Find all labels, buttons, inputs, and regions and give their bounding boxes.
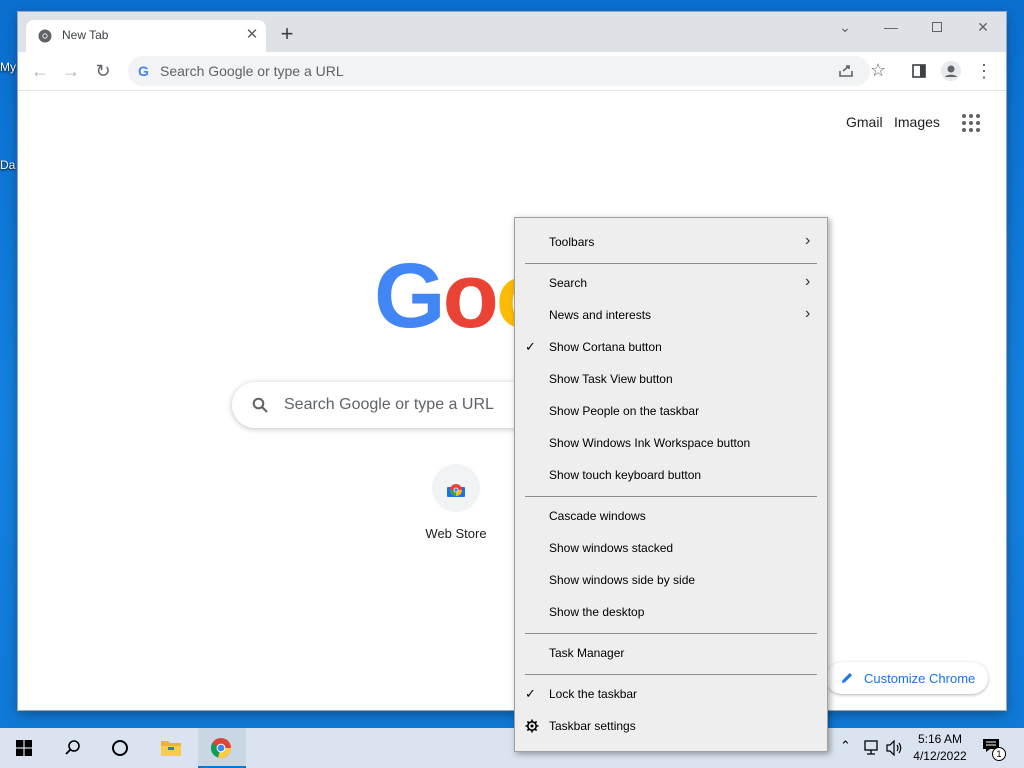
web-store-shortcut[interactable] [432, 464, 480, 512]
menu-item-news-and-interests[interactable]: News and interests › [515, 300, 827, 330]
menu-item-cascade-windows[interactable]: Cascade windows [515, 501, 827, 531]
pencil-icon [842, 673, 852, 683]
menu-item-label: Cascade windows [549, 509, 646, 523]
bookmark-star-icon[interactable]: ☆ [870, 60, 886, 81]
desktop-icon-label[interactable]: Da [0, 158, 15, 172]
menu-item-label: Show touch keyboard button [549, 468, 702, 482]
menu-item-label: Lock the taskbar [549, 687, 638, 701]
minimize-icon[interactable]: — [868, 16, 914, 40]
tab-title: New Tab [62, 28, 109, 42]
menu-separator [525, 496, 817, 497]
profile-avatar-icon[interactable] [940, 60, 962, 82]
submenu-arrow-icon: › [805, 232, 811, 249]
logo-letter: o [442, 245, 499, 344]
file-explorer-button[interactable] [148, 728, 196, 768]
menu-item-show-touch-keyboard[interactable]: Show touch keyboard button [515, 460, 827, 490]
tab-strip: New Tab ✕ + ⌄ — ✕ [18, 12, 1006, 52]
menu-item-label: Show windows side by side [549, 573, 696, 587]
logo-letter: G [374, 245, 446, 344]
menu-separator [525, 674, 817, 675]
checkmark-icon: ✓ [525, 686, 536, 701]
checkmark-icon: ✓ [525, 339, 536, 354]
taskbar-context-menu: Toolbars › Search › News and interests ›… [514, 217, 828, 752]
menu-item-label: Search [549, 276, 588, 290]
menu-item-label: News and interests [549, 308, 652, 322]
taskbar: ⌃ 5:16 AM 4/12/2022 1 [0, 728, 1024, 768]
gear-icon [525, 719, 539, 733]
google-apps-icon[interactable] [962, 114, 980, 132]
menu-item-show-ink-workspace[interactable]: Show Windows Ink Workspace button [515, 428, 827, 458]
web-store-label[interactable]: Web Store [414, 526, 498, 541]
reload-icon[interactable]: ↻ [90, 58, 116, 84]
chrome-window: New Tab ✕ + ⌄ — ✕ ← → ↻ G Search Google … [18, 12, 1006, 710]
menu-separator [525, 263, 817, 264]
ntp-search-placeholder: Search Google or type a URL [284, 396, 494, 413]
start-button[interactable] [0, 728, 48, 768]
maximize-icon[interactable] [914, 16, 960, 40]
share-icon[interactable] [838, 62, 854, 78]
images-link[interactable]: Images [894, 114, 940, 130]
menu-item-show-windows-stacked[interactable]: Show windows stacked [515, 533, 827, 563]
menu-item-show-task-view-button[interactable]: Show Task View button [515, 364, 827, 394]
omnibox[interactable]: G Search Google or type a URL ☆ [128, 56, 886, 86]
volume-icon[interactable] [886, 740, 904, 756]
back-icon[interactable]: ← [27, 58, 53, 84]
chrome-taskbar-button[interactable] [198, 728, 246, 768]
submenu-arrow-icon: › [805, 305, 811, 322]
menu-item-label: Show Cortana button [549, 340, 662, 354]
browser-toolbar: ← → ↻ G Search Google or type a URL ☆ ⋮ [18, 52, 1006, 91]
google-g-icon: G [138, 63, 149, 79]
menu-item-label: Show Windows Ink Workspace button [549, 436, 751, 450]
tab-close-icon[interactable]: ✕ [242, 25, 262, 45]
omnibox-placeholder: Search Google or type a URL [160, 63, 344, 79]
tab-new-tab[interactable]: New Tab ✕ [26, 20, 266, 52]
search-icon [252, 397, 268, 413]
customize-chrome-label: Customize Chrome [864, 671, 976, 686]
menu-item-label: Show People on the taskbar [549, 404, 700, 418]
search-icon [65, 740, 80, 755]
menu-item-search[interactable]: Search › [515, 268, 827, 298]
taskbar-search-button[interactable] [48, 728, 96, 768]
side-panel-icon[interactable] [908, 60, 930, 82]
folder-icon [161, 741, 181, 756]
windows-logo-icon [16, 740, 32, 756]
show-hidden-icons-icon[interactable]: ⌃ [840, 738, 851, 754]
menu-item-show-the-desktop[interactable]: Show the desktop [515, 597, 827, 627]
tab-search-icon[interactable]: ⌄ [822, 16, 868, 40]
menu-item-label: Show Task View button [549, 372, 673, 386]
submenu-arrow-icon: › [805, 273, 811, 290]
menu-item-toolbars[interactable]: Toolbars › [515, 227, 827, 257]
taskbar-clock[interactable]: 5:16 AM 4/12/2022 [904, 731, 976, 765]
menu-item-label: Task Manager [549, 646, 625, 660]
cortana-circle-icon [112, 740, 128, 756]
close-window-icon[interactable]: ✕ [960, 16, 1006, 40]
forward-icon[interactable]: → [58, 58, 84, 84]
notifications-button[interactable]: 1 [982, 738, 1006, 761]
menu-item-label: Taskbar settings [549, 719, 636, 733]
menu-separator [525, 633, 817, 634]
cortana-button[interactable] [96, 728, 144, 768]
web-store-icon [447, 484, 465, 497]
customize-chrome-button[interactable]: Customize Chrome [826, 662, 988, 694]
more-menu-icon[interactable]: ⋮ [973, 60, 995, 82]
chrome-icon [210, 738, 231, 758]
menu-item-label: Toolbars [549, 235, 595, 249]
menu-item-label: Show the desktop [549, 605, 645, 619]
network-icon[interactable] [862, 740, 880, 756]
menu-item-show-windows-side-by-side[interactable]: Show windows side by side [515, 565, 827, 595]
chrome-favicon-icon [38, 29, 52, 43]
clock-date: 4/12/2022 [913, 749, 967, 763]
desktop-icon-label[interactable]: My [0, 60, 16, 74]
clock-time: 5:16 AM [917, 732, 963, 746]
notification-count-badge: 1 [992, 747, 1006, 761]
gmail-link[interactable]: Gmail [846, 114, 883, 130]
menu-item-show-cortana-button[interactable]: ✓ Show Cortana button [515, 332, 827, 362]
menu-item-lock-the-taskbar[interactable]: ✓ Lock the taskbar [515, 679, 827, 709]
menu-item-show-people[interactable]: Show People on the taskbar [515, 396, 827, 426]
menu-item-task-manager[interactable]: Task Manager [515, 638, 827, 668]
menu-item-taskbar-settings[interactable]: Taskbar settings [515, 711, 827, 741]
new-tab-button[interactable]: + [276, 23, 298, 46]
menu-item-label: Show windows stacked [549, 541, 674, 555]
